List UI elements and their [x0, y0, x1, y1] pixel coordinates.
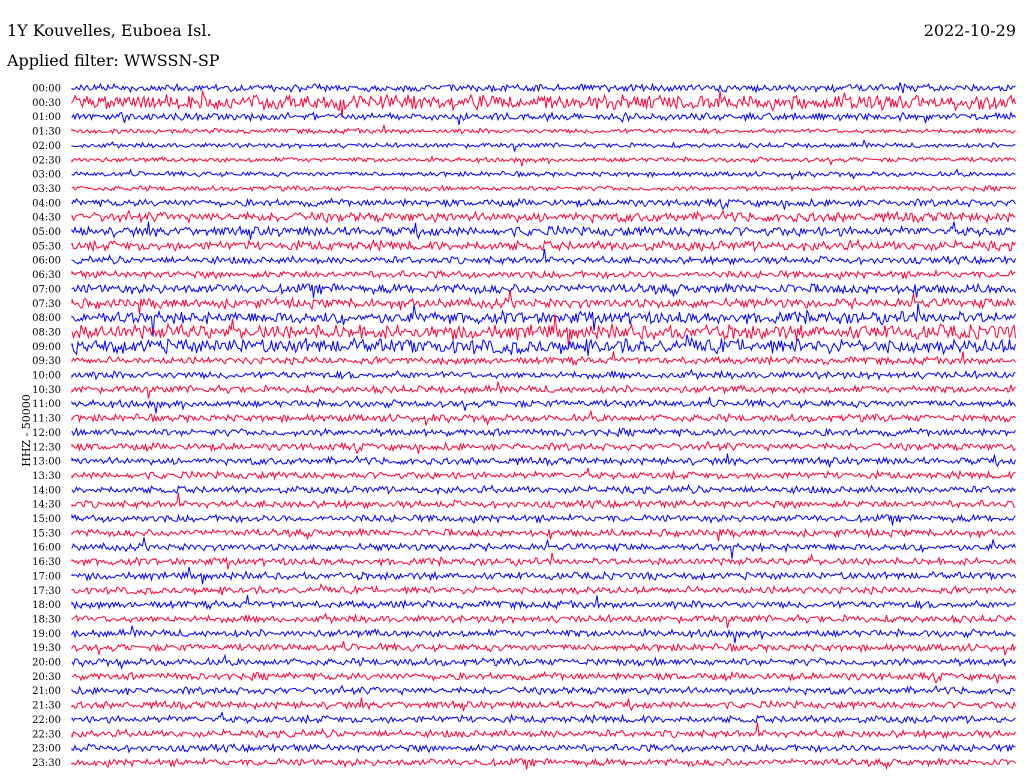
trace-row	[71, 409, 1016, 427]
trace-row	[71, 90, 1016, 118]
trace-row	[71, 512, 1016, 526]
row-time-label: 06:00	[32, 256, 61, 267]
trace-row	[71, 110, 1016, 125]
row-time-label: 19:30	[32, 643, 61, 654]
trace-row	[71, 197, 1016, 211]
trace-row	[71, 697, 1016, 712]
trace-row	[71, 440, 1016, 455]
trace-row	[71, 641, 1016, 656]
row-time-label: 13:00	[32, 457, 61, 468]
row-time-label: 18:30	[32, 614, 61, 625]
row-time-label: 02:30	[32, 155, 61, 166]
trace-row	[71, 334, 1016, 357]
row-time-label: 14:00	[32, 485, 61, 496]
trace-row	[71, 351, 1016, 367]
trace-row	[71, 595, 1016, 611]
trace-row	[71, 527, 1016, 542]
row-time-label: 17:00	[32, 571, 61, 582]
trace-row	[71, 221, 1016, 240]
row-time-label: 13:30	[32, 471, 61, 482]
trace-row	[71, 368, 1016, 381]
row-time-label: 02:00	[32, 141, 61, 152]
row-time-label: 18:00	[32, 600, 61, 611]
row-time-label: 16:30	[32, 557, 61, 568]
row-time-label: 12:00	[32, 428, 61, 439]
trace-row	[71, 582, 1016, 596]
row-time-label: 23:00	[32, 744, 61, 755]
row-time-label: 00:30	[32, 98, 61, 109]
row-time-label: 09:00	[32, 342, 61, 353]
trace-row	[71, 381, 1016, 399]
trace-row	[71, 124, 1016, 135]
row-time-label: 01:00	[32, 112, 61, 123]
trace-row	[71, 552, 1016, 570]
row-time-label: 11:30	[32, 414, 61, 425]
row-time-label: 22:00	[32, 715, 61, 726]
row-time-label: 21:00	[32, 686, 61, 697]
row-time-label: 07:30	[32, 299, 61, 310]
trace-row	[71, 467, 1016, 481]
helicorder-plot: 00:00 00:30 01:00 01:30 02:00 02:30 03:00 03:30…	[32, 82, 1016, 771]
trace-row	[71, 82, 1016, 94]
trace-row	[71, 209, 1016, 225]
row-time-label: 05:00	[32, 227, 61, 238]
trace-row	[71, 653, 1016, 671]
row-time-label: 08:00	[32, 313, 61, 324]
row-time-label: 14:30	[32, 500, 61, 511]
trace-row	[71, 290, 1016, 315]
row-time-label: 17:30	[32, 586, 61, 597]
row-time-label: 22:30	[32, 729, 61, 740]
row-time-label: 00:00	[32, 84, 61, 95]
trace-row	[71, 612, 1016, 629]
row-time-label: 04:00	[32, 198, 61, 209]
row-time-label: 15:30	[32, 528, 61, 539]
row-time-label: 10:00	[32, 371, 61, 382]
row-time-label: 20:30	[32, 672, 61, 683]
row-time-label: 20:00	[32, 658, 61, 669]
row-time-label: 11:00	[32, 399, 61, 410]
trace-row	[71, 397, 1016, 414]
trace-row	[71, 426, 1016, 438]
row-time-label: 08:30	[32, 327, 61, 338]
row-time-label: 16:00	[32, 543, 61, 554]
trace-row	[71, 483, 1016, 496]
trace-row	[71, 742, 1016, 754]
row-time-label: 07:00	[32, 284, 61, 295]
row-time-label: 05:30	[32, 241, 61, 252]
trace-row	[71, 711, 1016, 725]
row-time-label: 04:30	[32, 213, 61, 224]
row-time-label: 15:00	[32, 514, 61, 525]
trace-row	[71, 155, 1016, 167]
row-time-label: 21:30	[32, 701, 61, 712]
row-time-label: 23:30	[32, 758, 61, 769]
trace-row	[71, 268, 1016, 281]
trace-row	[71, 248, 1016, 266]
row-time-label: 09:30	[32, 356, 61, 367]
trace-row	[71, 537, 1016, 559]
trace-row	[71, 756, 1016, 771]
row-time-label: 12:30	[32, 442, 61, 453]
trace-row	[71, 184, 1016, 193]
trace-row	[71, 492, 1016, 510]
trace-row	[71, 625, 1016, 644]
row-time-label: 03:30	[32, 184, 61, 195]
trace-row	[71, 670, 1016, 684]
trace-row	[71, 722, 1016, 740]
trace-row	[71, 282, 1016, 299]
row-time-label: 19:00	[32, 629, 61, 640]
trace-row	[71, 453, 1016, 468]
trace-row	[71, 566, 1016, 585]
trace-row	[71, 138, 1016, 152]
row-time-label: 01:30	[32, 127, 61, 138]
trace-row	[71, 238, 1016, 253]
row-time-label: 06:30	[32, 270, 61, 281]
trace-row	[71, 168, 1016, 181]
trace-row	[71, 684, 1016, 697]
row-time-label: 10:30	[32, 385, 61, 396]
row-time-label: 03:00	[32, 170, 61, 181]
